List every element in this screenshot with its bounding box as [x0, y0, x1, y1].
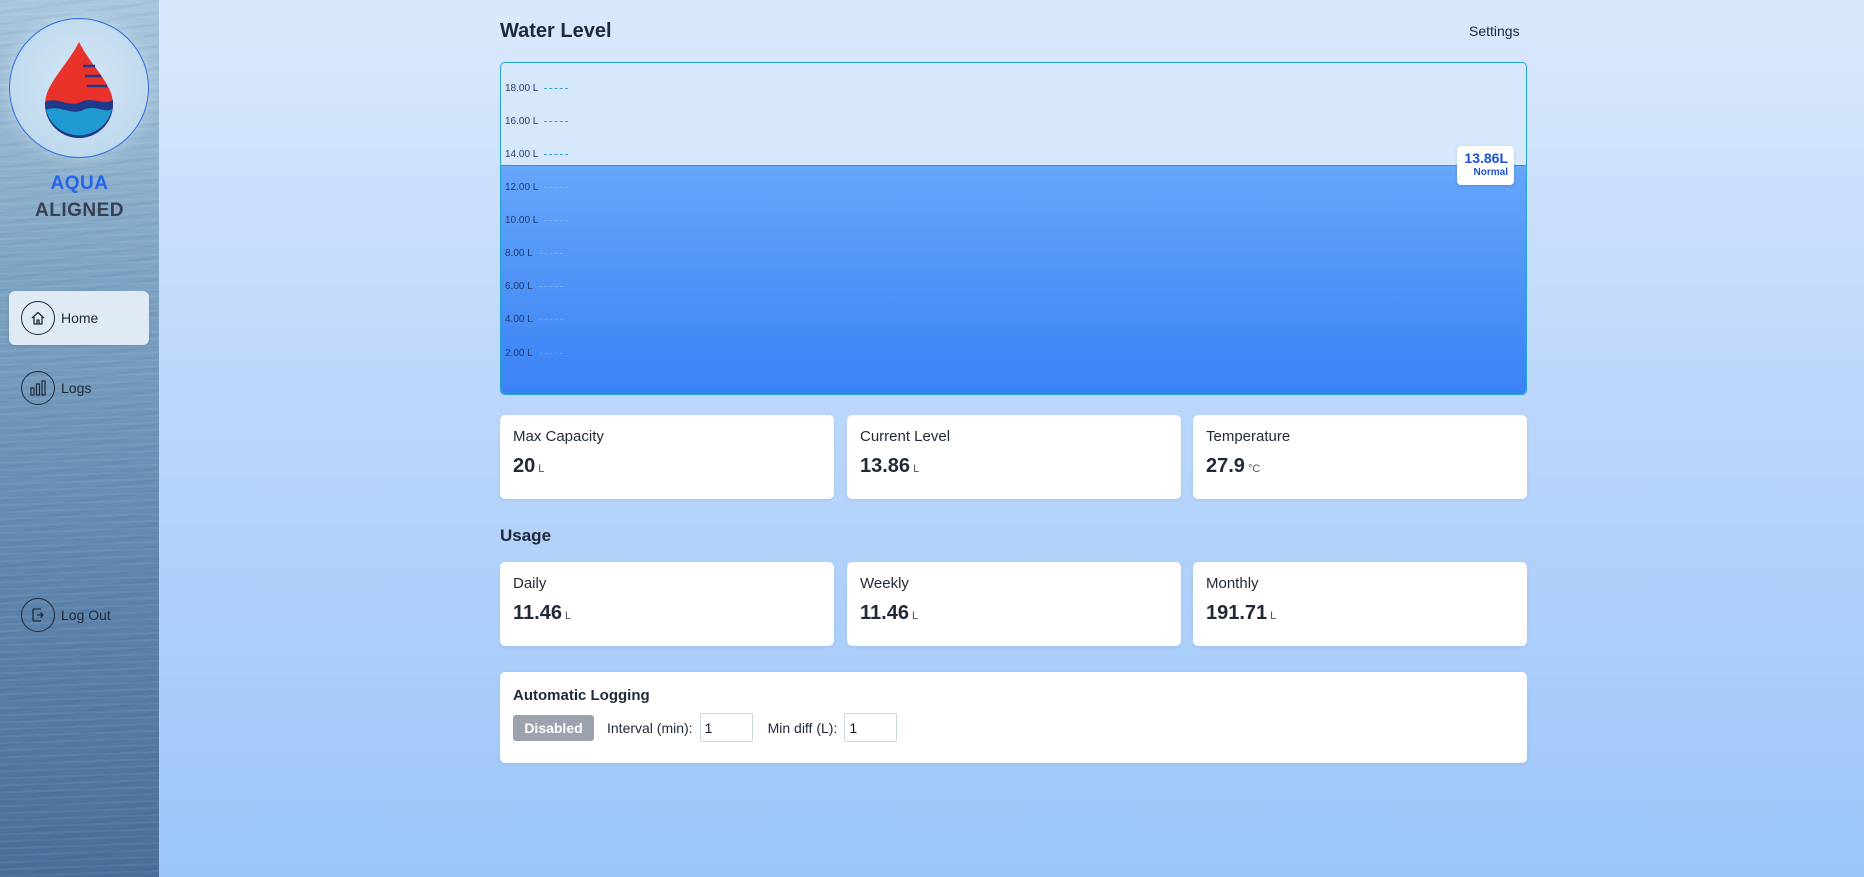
logo	[9, 18, 149, 158]
tank-tick: 16.00 L	[505, 116, 569, 127]
card-label: Weekly	[860, 575, 909, 592]
usage-heading: Usage	[500, 526, 552, 545]
tank-tick: 4.00 L	[505, 314, 563, 325]
card-unit: L	[1270, 610, 1277, 622]
logging-title: Automatic Logging	[513, 687, 650, 704]
card-unit: L	[538, 463, 545, 475]
automatic-logging-panel: Automatic Logging Disabled Interval (min…	[500, 672, 1527, 763]
logging-toggle-button[interactable]: Disabled	[513, 714, 594, 741]
tank-tick: 8.00 L	[505, 248, 563, 259]
card-value: 11.46	[860, 602, 909, 624]
card-label: Temperature	[1206, 428, 1291, 445]
daily-usage-card: Daily 11.46 L	[500, 562, 834, 646]
card-unit: L	[913, 463, 920, 475]
monthly-usage-card: Monthly 191.71 L	[1193, 562, 1527, 646]
settings-link[interactable]: Settings	[1469, 23, 1520, 39]
tank-tick: 2.00 L	[505, 348, 563, 359]
water-drop-logo-icon	[45, 42, 113, 138]
card-unit: L	[911, 610, 919, 622]
sidebar: AQUA ALIGNED Home Logs Log Out	[0, 0, 159, 877]
current-level-value: 13.86L	[1464, 150, 1508, 166]
tank-tick: 10.00 L	[505, 215, 569, 226]
card-unit: °C	[1247, 463, 1261, 475]
sidebar-item-label: Log Out	[61, 607, 111, 623]
card-value: 11.46	[513, 602, 562, 624]
home-icon	[21, 301, 55, 335]
level-status: Normal	[1473, 167, 1508, 178]
sidebar-item-logout[interactable]: Log Out	[9, 588, 149, 642]
card-value: 20	[513, 455, 536, 477]
brand-name-line2: ALIGNED	[35, 200, 124, 221]
card-value: 27.9	[1206, 455, 1245, 477]
interval-input[interactable]	[699, 713, 753, 742]
card-label: Current Level	[860, 428, 951, 445]
page-title: Water Level	[500, 20, 612, 42]
tank-tick: 14.00 L	[505, 149, 569, 160]
weekly-usage-card: Weekly 11.46 L	[847, 562, 1181, 646]
min-diff-label: Min diff (L):	[767, 719, 838, 736]
card-unit: L	[564, 610, 572, 622]
card-label: Max Capacity	[513, 428, 604, 445]
current-level-badge: 13.86L Normal	[1457, 146, 1514, 185]
card-label: Monthly	[1206, 575, 1259, 592]
sidebar-item-home[interactable]: Home	[9, 291, 149, 345]
current-level-card: Current Level 13.86 L	[847, 415, 1181, 499]
card-value: 13.86	[860, 455, 911, 477]
water-tank-gauge: 18.00 L 16.00 L 14.00 L 12.00 L 10.00 L …	[500, 62, 1527, 395]
tank-tick: 12.00 L	[505, 182, 569, 193]
brand-name-line1: AQUA	[50, 173, 109, 194]
min-diff-input[interactable]	[844, 713, 898, 742]
tank-tick: 18.00 L	[505, 83, 569, 94]
logout-icon	[21, 598, 55, 632]
sidebar-item-label: Logs	[61, 380, 92, 396]
sidebar-item-logs[interactable]: Logs	[9, 361, 149, 415]
interval-label: Interval (min):	[607, 719, 693, 736]
temperature-card: Temperature 27.9 °C	[1193, 415, 1527, 499]
max-capacity-card: Max Capacity 20 L	[500, 415, 834, 499]
sidebar-item-label: Home	[61, 310, 99, 326]
card-label: Daily	[513, 575, 547, 592]
bar-chart-icon	[21, 371, 55, 405]
card-value: 191.71	[1206, 602, 1268, 624]
tank-tick: 6.00 L	[505, 281, 563, 292]
water-fill	[501, 165, 1526, 394]
